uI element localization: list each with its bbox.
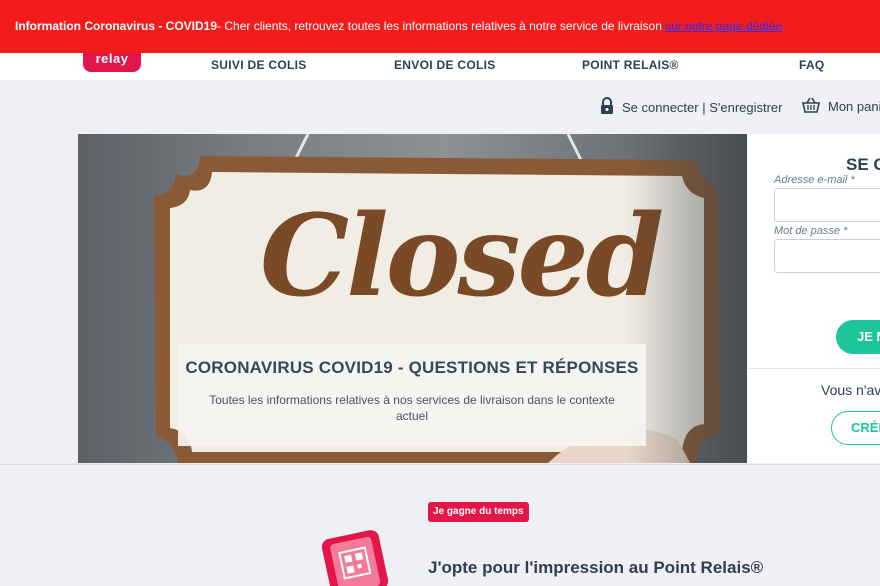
nav-item-envoi[interactable]: ENVOI DE COLIS [394, 58, 496, 72]
email-field[interactable] [774, 188, 880, 222]
phone-qr-icon [320, 528, 390, 586]
no-account-text: Vous n'avez pas de compte ? [821, 382, 880, 398]
banner-text: - Cher clients, retrouvez toutes les inf… [217, 19, 666, 33]
hero-title: CORONAVIRUS COVID19 - QUESTIONS ET RÉPON… [185, 358, 639, 377]
banner-link[interactable]: sur notre page dédiée [665, 19, 782, 33]
login-separator [747, 368, 880, 369]
cart-link[interactable]: Mon panier [802, 97, 880, 116]
hero-caption: CORONAVIRUS COVID19 - QUESTIONS ET RÉPON… [178, 344, 646, 446]
nav-item-suivi[interactable]: SUIVI DE COLIS [211, 58, 307, 72]
password-label: Mot de passe * [774, 225, 848, 237]
basket-icon [802, 97, 820, 116]
login-register-label[interactable]: Se connecter | S'enregistrer [622, 100, 783, 115]
covid-banner: Information Coronavirus - COVID19- Cher … [0, 0, 880, 53]
hero-banner[interactable]: Closed CORONAVIRUS COVID19 - QUESTIONS E… [78, 134, 747, 463]
closed-sign-text: Closed [260, 191, 664, 322]
lock-icon [600, 97, 614, 118]
email-label: Adresse e-mail * [774, 174, 855, 186]
section-divider [0, 464, 880, 465]
login-panel: SE CONNECTER Adresse e-mail * Mot de pas… [747, 134, 880, 463]
cart-label[interactable]: Mon panier [828, 99, 880, 114]
create-account-button[interactable]: CRÉER UN COMPTE [831, 411, 880, 445]
login-title: SE CONNECTER [846, 155, 880, 174]
promo-tag: Je gagne du temps [428, 502, 529, 522]
login-link[interactable]: Se connecter | S'enregistrer [600, 97, 783, 118]
nav-item-faq[interactable]: FAQ [799, 58, 825, 72]
hero-description: Toutes les informations relatives à nos … [209, 393, 615, 423]
login-button[interactable]: JE ME CONNECTE [836, 320, 880, 354]
promo-title: J'opte pour l'impression au Point Relais… [428, 558, 764, 577]
password-field[interactable] [774, 239, 880, 273]
banner-title: Information Coronavirus - COVID19 [15, 19, 218, 33]
nav-item-point-relais[interactable]: POINT RELAIS® [582, 58, 679, 72]
